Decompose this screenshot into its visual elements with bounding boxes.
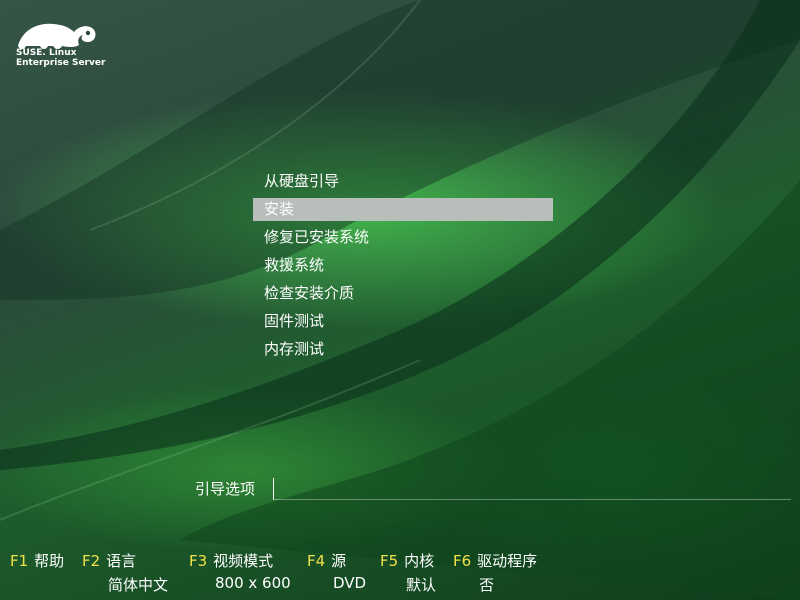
boot-menu: 从硬盘引导 安装 修复已安装系统 救援系统 检查安装介质 固件测试 内存测试 [253,168,553,364]
menu-item-memory-test[interactable]: 内存测试 [253,336,553,364]
fkey-f3-label: 视频模式 [213,552,274,570]
boot-options-input[interactable] [273,478,791,500]
fkey-f5-kernel[interactable]: F5 内核 默认 [380,550,436,594]
menu-item-boot-from-hard-disk[interactable]: 从硬盘引导 [253,168,553,196]
fkey-f1-label: 帮助 [34,552,65,570]
menu-item-firmware-test[interactable]: 固件测试 [253,308,553,336]
fkey-f6-value: 否 [479,576,495,594]
fkey-f2-language[interactable]: F2 语言 简体中文 [82,550,168,594]
fkey-f6-driver[interactable]: F6 驱动程序 否 [453,550,538,594]
fkey-f2-value: 简体中文 [108,576,169,594]
fkey-f4-label: 源 [331,552,347,570]
fkey-f5-value: 默认 [406,576,437,594]
fkey-f2-key: F2 [82,552,101,570]
brand-line2: Enterprise Server [16,58,106,68]
fkey-f3-value: 800 x 600 [215,574,291,592]
menu-item-repair-system[interactable]: 修复已安装系统 [253,224,553,252]
fkey-f6-key: F6 [453,552,472,570]
fkey-f4-source[interactable]: F4 源 DVD [307,550,366,592]
brand-line1: SUSE. Linux [16,48,77,58]
fkey-f1-key: F1 [10,552,29,570]
menu-item-check-media[interactable]: 检查安装介质 [253,280,553,308]
fkey-f2-label: 语言 [106,552,137,570]
fkey-f3-key: F3 [189,552,208,570]
menu-item-rescue-system[interactable]: 救援系统 [253,252,553,280]
fkey-f5-label: 内核 [404,552,435,570]
boot-options-label: 引导选项 [195,480,256,498]
fkey-f1-help[interactable]: F1 帮助 [10,550,64,571]
menu-item-install[interactable]: 安装 [253,198,553,221]
fkey-f4-key: F4 [307,552,326,570]
brand-text: SUSE. Linux Enterprise Server [16,48,105,68]
fkey-f4-value: DVD [333,574,367,592]
fkey-f5-key: F5 [380,552,399,570]
fkey-f6-label: 驱动程序 [477,552,538,570]
function-key-bar: F1 帮助 F2 语言 简体中文 F3 视频模式 800 x 600 F4 源 DVD … [0,550,800,600]
fkey-f3-video-mode[interactable]: F3 视频模式 800 x 600 [189,550,291,592]
